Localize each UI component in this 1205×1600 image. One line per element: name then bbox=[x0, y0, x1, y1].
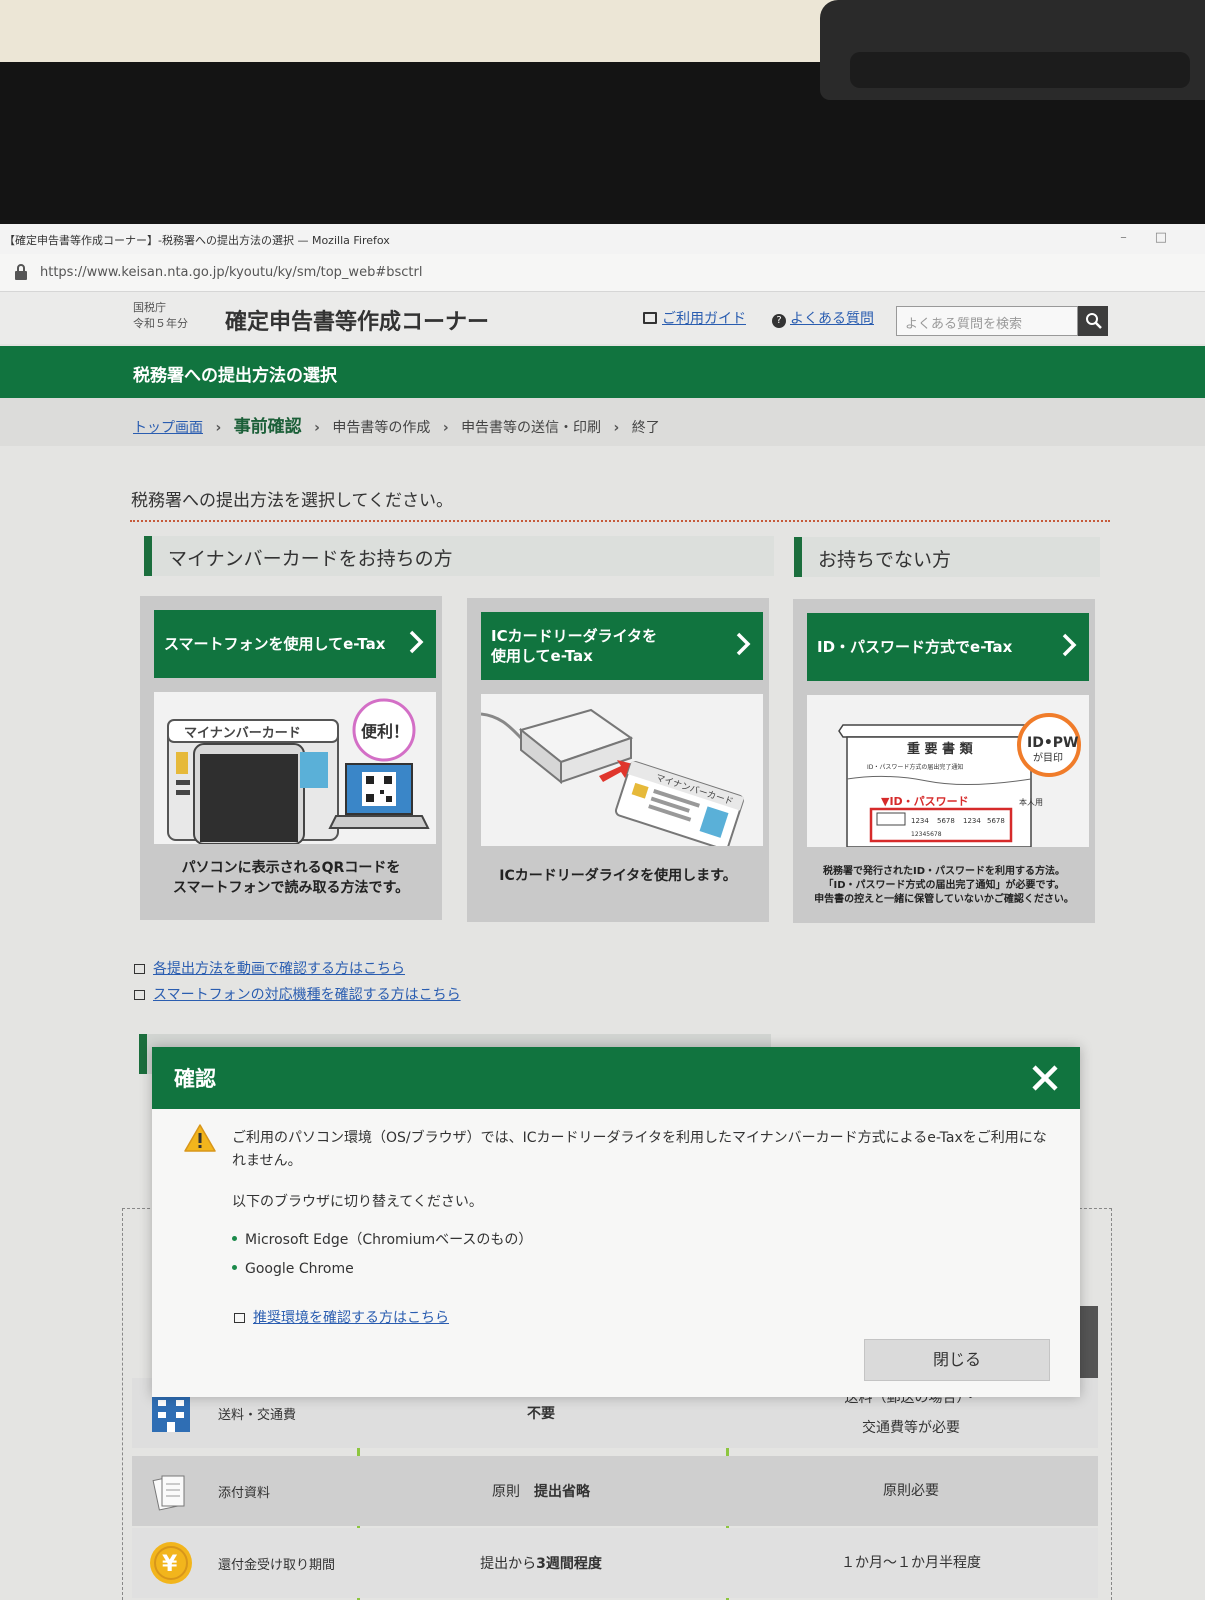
confirm-dialog: 確認 ご利用のパソコン環境（OS/ブラウザ）では、ICカードリーダライタを利用し… bbox=[152, 1047, 1080, 1397]
screen: 【確定申告書等作成コーナー】-税務署への提出方法の選択 — Mozilla Fi… bbox=[0, 224, 1205, 1600]
list-item: Google Chrome bbox=[232, 1261, 532, 1277]
recommended-env-link[interactable]: 推奨環境を確認する方はこちら bbox=[253, 1310, 449, 1326]
webcam-clip-inner bbox=[850, 52, 1190, 88]
dialog-instruction: 以下のブラウザに切り替えてください。 bbox=[232, 1194, 483, 1210]
close-button[interactable]: 閉じる bbox=[864, 1339, 1050, 1381]
list-item: Microsoft Edge（Chromiumベースのもの） bbox=[232, 1229, 532, 1249]
browser-list: Microsoft Edge（Chromiumベースのもの） Google Ch… bbox=[232, 1229, 532, 1289]
close-icon[interactable] bbox=[1030, 1063, 1060, 1093]
external-link-icon bbox=[234, 1313, 245, 1323]
dialog-message: ご利用のパソコン環境（OS/ブラウザ）では、ICカードリーダライタを利用したマイ… bbox=[232, 1130, 1047, 1169]
warning-icon bbox=[184, 1124, 216, 1152]
recommended-env-link-row[interactable]: 推奨環境を確認する方はこちら bbox=[234, 1307, 449, 1327]
dialog-title-text: 確認 bbox=[174, 1067, 216, 1091]
webcam-clip bbox=[820, 0, 1205, 100]
dialog-title: 確認 bbox=[152, 1047, 1080, 1109]
